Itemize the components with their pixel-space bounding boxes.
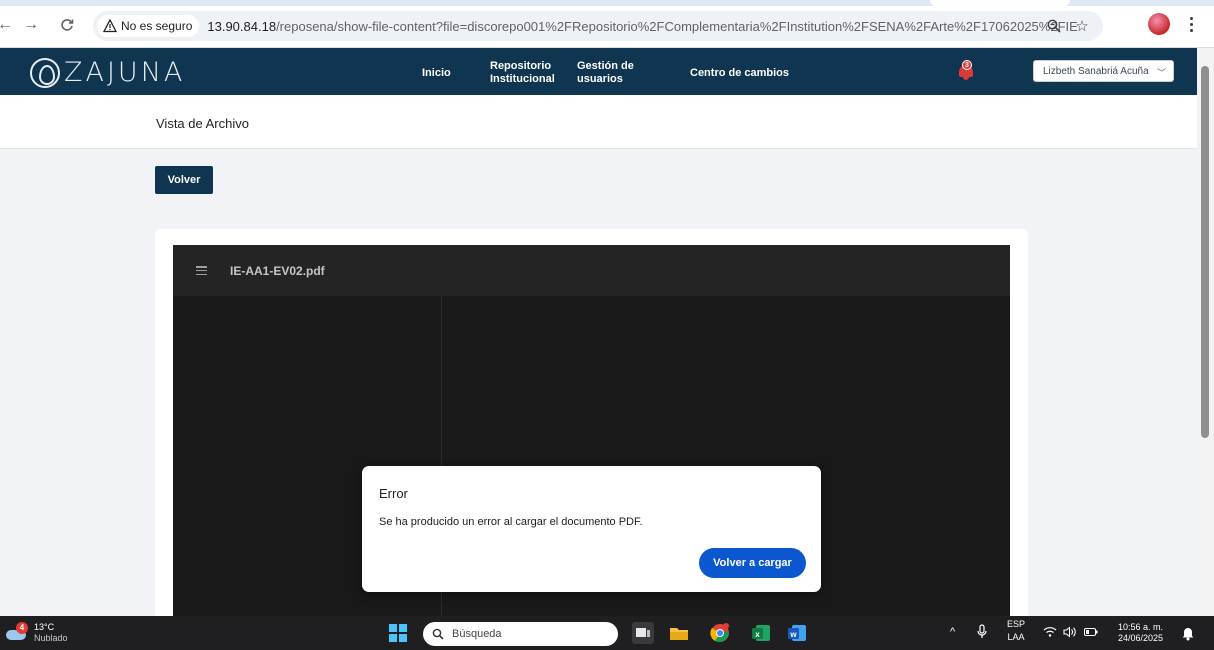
address-bar[interactable]: No es seguro 13.90.84.18/reposena/show-f… xyxy=(93,11,1103,41)
dialog-title: Error xyxy=(379,486,408,501)
language-indicator[interactable]: ESP LAA xyxy=(1007,619,1025,642)
security-label: No es seguro xyxy=(121,19,193,33)
scrollbar-thumb[interactable] xyxy=(1201,66,1209,438)
notification-badge: 3 xyxy=(962,60,972,70)
logo[interactable]: ZAJUNA xyxy=(30,57,185,88)
user-menu[interactable]: Lizbeth Sanabriá Acuña ﹀ xyxy=(1033,60,1174,82)
windows-icon[interactable] xyxy=(389,624,407,642)
forward-icon[interactable]: → xyxy=(20,14,42,36)
warning-icon xyxy=(103,19,117,33)
logo-text: ZAJUNA xyxy=(64,57,186,88)
extension-icon[interactable] xyxy=(1148,13,1170,35)
file-name: IE-AA1-EV02.pdf xyxy=(230,264,325,278)
tab-strip xyxy=(0,0,1214,6)
weather-icon: 4 xyxy=(6,622,30,642)
date: 24/06/2025 xyxy=(1118,633,1164,643)
security-chip[interactable]: No es seguro xyxy=(97,15,200,37)
taskbar-search[interactable]: Búsqueda xyxy=(423,622,618,646)
back-button[interactable]: Volver xyxy=(155,166,213,194)
error-dialog: Error Se ha producido un error al cargar… xyxy=(362,466,821,592)
url-text[interactable]: 13.90.84.18/reposena/show-file-content?f… xyxy=(207,19,1077,34)
back-icon[interactable]: ← xyxy=(0,14,16,36)
zoom-icon[interactable] xyxy=(1044,16,1064,36)
clock[interactable]: 10:56 a. m. 24/06/2025 xyxy=(1118,622,1163,644)
nav-inicio[interactable]: Inicio xyxy=(422,67,451,80)
nav-gestion-usuarios[interactable]: Gestión de usuarios xyxy=(577,60,634,86)
menu-dots-icon[interactable] xyxy=(1183,13,1199,35)
viewer-toolbar: IE-AA1-EV02.pdf xyxy=(173,245,1010,296)
file-explorer-icon[interactable] xyxy=(668,622,690,644)
temperature: 13°C xyxy=(34,622,55,632)
word-icon[interactable]: w xyxy=(786,622,808,644)
svg-text:x: x xyxy=(755,630,760,639)
wifi-icon[interactable] xyxy=(1043,626,1057,640)
page-header: Vista de Archivo xyxy=(0,95,1197,149)
excel-icon[interactable]: x xyxy=(750,622,772,644)
user-name: Lizbeth Sanabriá Acuña xyxy=(1043,65,1149,77)
url-path: /reposena/show-file-content?file=discore… xyxy=(276,18,1078,34)
reload-icon[interactable] xyxy=(56,14,78,36)
mic-icon[interactable] xyxy=(976,624,988,642)
notification-icon[interactable] xyxy=(1181,625,1195,643)
volume-icon[interactable] xyxy=(1063,626,1077,640)
svg-text:w: w xyxy=(789,630,797,639)
weather-widget[interactable]: 4 13°C Nublado xyxy=(6,622,68,644)
task-view-icon[interactable] xyxy=(632,622,654,644)
browser-toolbar: ← → No es seguro 13.90.84.18/reposena/sh… xyxy=(0,0,1214,48)
page-scrollbar[interactable] xyxy=(1197,48,1214,616)
app-header: ZAJUNA Inicio Repositorio Institucional G… xyxy=(0,48,1197,95)
hamburger-icon[interactable] xyxy=(196,266,207,275)
logo-icon xyxy=(30,57,60,88)
bell-icon[interactable]: 3 xyxy=(958,60,974,80)
taskbar: 4 13°C Nublado Búsqueda x w ^ ESP LAA 10… xyxy=(0,616,1214,650)
time: 10:56 a. m. xyxy=(1118,622,1164,632)
dialog-message: Se ha producido un error al cargar el do… xyxy=(379,516,643,528)
nav-repositorio-institucional[interactable]: Repositorio Institucional xyxy=(490,60,555,86)
chrome-icon[interactable] xyxy=(709,622,731,644)
reload-button[interactable]: Volver a cargar xyxy=(699,548,806,578)
chevron-down-icon: ﹀ xyxy=(1156,68,1166,78)
weather-condition: Nublado xyxy=(34,633,68,643)
weather-badge: 4 xyxy=(16,622,28,634)
nav-centro-cambios[interactable]: Centro de cambios xyxy=(690,67,789,80)
search-placeholder: Búsqueda xyxy=(452,628,502,640)
page-title: Vista de Archivo xyxy=(156,116,249,131)
battery-icon[interactable] xyxy=(1084,627,1098,639)
chevron-up-icon[interactable]: ^ xyxy=(950,626,955,638)
url-host: 13.90.84.18 xyxy=(207,18,277,34)
star-icon[interactable]: ☆ xyxy=(1072,16,1092,36)
search-icon xyxy=(432,628,444,640)
